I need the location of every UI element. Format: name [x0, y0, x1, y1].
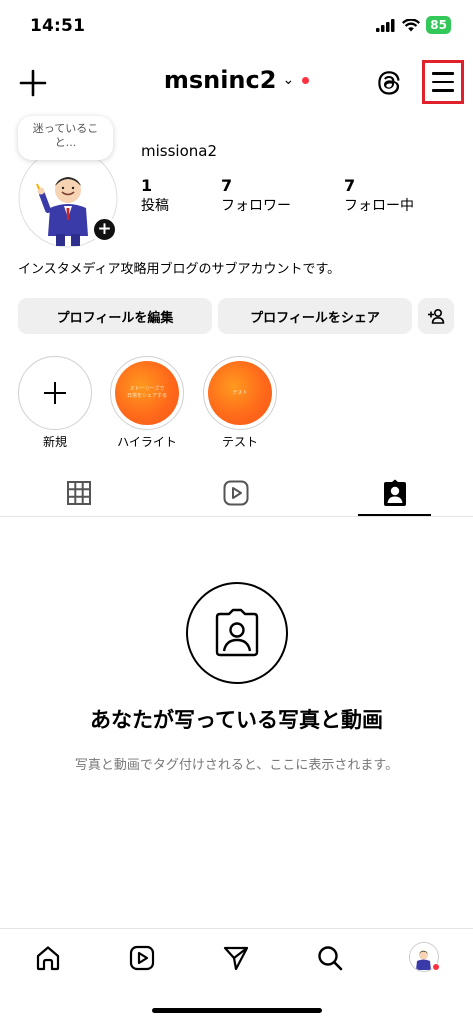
highlight-cover: テスト	[208, 361, 272, 425]
stat-label: フォロー中	[344, 198, 414, 214]
followers-count[interactable]: 7 フォロワー	[221, 176, 291, 215]
stat-label: フォロワー	[221, 198, 291, 214]
bottom-nav-divider	[0, 928, 473, 929]
empty-state-title: あなたが写っている写真と動画	[90, 708, 383, 732]
discover-people-button[interactable]	[418, 298, 454, 334]
reels-icon[interactable]	[128, 944, 156, 972]
highlight-label: テスト	[221, 435, 258, 449]
grid-icon[interactable]	[64, 478, 94, 508]
highlight-cover: ストーリーズで 日常をシェアする	[115, 361, 179, 425]
note-bubble[interactable]: 迷っていること...	[18, 116, 113, 160]
notification-dot	[302, 76, 310, 84]
home-indicator[interactable]	[152, 1008, 322, 1013]
new-highlight-button[interactable]	[18, 356, 92, 430]
edit-profile-button[interactable]: プロフィールを編集	[18, 298, 212, 334]
posts-count[interactable]: 1 投稿	[141, 176, 169, 215]
highlight-item[interactable]: テスト	[203, 356, 277, 430]
highlight-label: 新規	[42, 435, 67, 449]
hamburger-menu-icon[interactable]	[422, 60, 464, 104]
battery-indicator: 85	[426, 16, 451, 34]
plus-icon	[44, 382, 66, 404]
status-icons: 85	[376, 16, 451, 34]
status-time: 14:51	[30, 16, 86, 36]
tab-divider	[0, 516, 473, 517]
stat-label: 投稿	[141, 198, 169, 214]
tagged-empty-icon	[186, 582, 288, 684]
wifi-icon	[402, 18, 421, 31]
chevron-down-icon: ⌄	[282, 72, 295, 88]
highlight-cover-text: テスト	[232, 389, 248, 396]
reels-icon[interactable]	[221, 478, 251, 508]
header-username: msninc2	[163, 66, 277, 94]
stat-value: 7	[221, 176, 233, 195]
threads-icon[interactable]	[374, 68, 404, 98]
home-icon[interactable]	[34, 944, 62, 972]
highlight-label: ハイライト	[117, 435, 177, 449]
notification-dot	[432, 963, 440, 971]
highlight-item[interactable]: ストーリーズで 日常をシェアする	[110, 356, 184, 430]
add-story-button[interactable]: +	[91, 216, 118, 243]
empty-state-description: 写真と動画でタグ付けされると、ここに表示されます。	[74, 758, 399, 773]
add-person-icon	[428, 308, 445, 324]
following-count[interactable]: 7 フォロー中	[344, 176, 414, 215]
stat-value: 7	[344, 176, 356, 195]
tagged-icon[interactable]	[380, 478, 410, 508]
search-icon[interactable]	[316, 944, 344, 972]
profile-bio: インスタメディア攻略用ブログのサブアカウントです。	[18, 262, 341, 277]
direct-message-icon[interactable]	[222, 944, 250, 972]
share-profile-button[interactable]: プロフィールをシェア	[218, 298, 412, 334]
display-name: missiona2	[141, 142, 217, 160]
signal-icon	[376, 18, 395, 32]
highlight-cover-text: ストーリーズで 日常をシェアする	[126, 386, 167, 399]
stat-value: 1	[141, 176, 153, 195]
